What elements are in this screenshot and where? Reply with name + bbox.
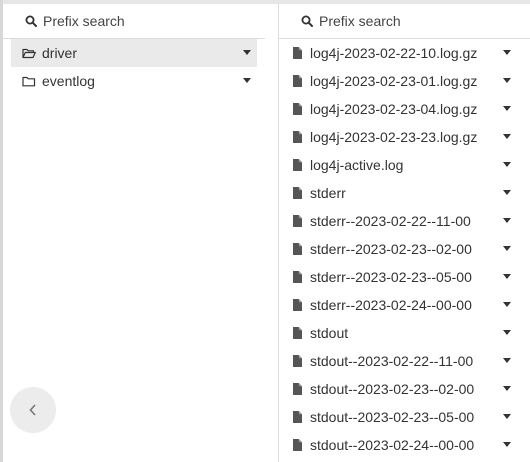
file-item-label: stdout--2023-02-23--02-00 <box>310 381 475 397</box>
folder-item-label: driver <box>42 45 78 61</box>
caret-down-icon[interactable] <box>503 246 511 251</box>
caret-down-icon[interactable] <box>503 442 511 447</box>
file-item[interactable]: log4j-2023-02-23-04.log.gz <box>279 95 530 123</box>
folder-search[interactable]: Prefix search <box>3 4 265 39</box>
file-item[interactable]: stderr--2023-02-24--00-00 <box>279 291 530 319</box>
caret-down-icon[interactable] <box>503 302 511 307</box>
file-icon <box>290 157 304 173</box>
file-icon <box>290 101 304 117</box>
file-item[interactable]: stderr <box>279 179 530 207</box>
file-item-label: stderr--2023-02-22--11-00 <box>310 213 471 229</box>
file-item[interactable]: log4j-active.log <box>279 151 530 179</box>
file-item[interactable]: stdout--2023-02-24--00-00 <box>279 431 530 459</box>
file-item-label: log4j-2023-02-23-01.log.gz <box>310 73 478 89</box>
file-search[interactable]: Prefix search <box>279 4 530 39</box>
folder-item[interactable]: eventlog <box>11 67 257 95</box>
file-item-label: log4j-2023-02-23-04.log.gz <box>310 101 478 117</box>
file-item-label: stdout--2023-02-24--00-00 <box>310 437 475 453</box>
file-icon <box>290 325 304 341</box>
search-icon <box>25 15 37 27</box>
file-item[interactable]: stdout--2023-02-22--11-00 <box>279 347 530 375</box>
file-icon <box>290 241 304 257</box>
file-item[interactable]: stderr--2023-02-22--11-00 <box>279 207 530 235</box>
file-item-label: stderr--2023-02-24--00-00 <box>310 297 472 313</box>
caret-down-icon[interactable] <box>243 50 251 55</box>
file-icon <box>290 409 304 425</box>
file-item[interactable]: stderr--2023-02-23--05-00 <box>279 263 530 291</box>
file-icon <box>290 269 304 285</box>
caret-down-icon[interactable] <box>503 414 511 419</box>
caret-down-icon[interactable] <box>503 162 511 167</box>
file-icon <box>290 437 304 453</box>
file-icon <box>290 297 304 313</box>
file-item-label: log4j-active.log <box>310 157 404 173</box>
file-item[interactable]: stdout <box>279 319 530 347</box>
folder-open-icon <box>22 45 36 61</box>
caret-down-icon[interactable] <box>503 78 511 83</box>
file-item-label: stderr--2023-02-23--02-00 <box>310 241 472 257</box>
file-item-label: log4j-2023-02-23-23.log.gz <box>310 129 478 145</box>
file-icon <box>290 129 304 145</box>
folder-item-label: eventlog <box>42 73 95 89</box>
caret-down-icon[interactable] <box>243 78 251 83</box>
file-icon <box>290 45 304 61</box>
file-pane: Prefix search log4j-2023-02-22-10.log.gz… <box>278 4 530 462</box>
file-item[interactable]: log4j-2023-02-23-01.log.gz <box>279 67 530 95</box>
file-icon <box>290 213 304 229</box>
folder-search-placeholder: Prefix search <box>43 13 125 29</box>
file-item-label: log4j-2023-02-22-10.log.gz <box>310 45 478 61</box>
file-item-label: stdout--2023-02-22--11-00 <box>310 353 474 369</box>
file-icon <box>290 381 304 397</box>
caret-down-icon[interactable] <box>503 134 511 139</box>
file-item[interactable]: stdout--2023-02-23--05-00 <box>279 403 530 431</box>
caret-down-icon[interactable] <box>503 218 511 223</box>
file-list: log4j-2023-02-22-10.log.gz log4j-2023-02-… <box>279 39 530 459</box>
caret-down-icon[interactable] <box>503 386 511 391</box>
caret-down-icon[interactable] <box>503 358 511 363</box>
file-icon <box>290 73 304 89</box>
folder-list: driver eventlog <box>3 39 265 95</box>
file-item-label: stdout--2023-02-23--05-00 <box>310 409 475 425</box>
file-item-label: stdout <box>310 325 349 341</box>
caret-down-icon[interactable] <box>503 274 511 279</box>
back-button[interactable] <box>10 387 56 433</box>
chevron-left-icon <box>29 404 36 416</box>
file-icon <box>290 353 304 369</box>
folder-icon <box>22 73 36 89</box>
caret-down-icon[interactable] <box>503 50 511 55</box>
folder-item[interactable]: driver <box>11 39 257 67</box>
file-item[interactable]: stderr--2023-02-23--02-00 <box>279 235 530 263</box>
pane-divider <box>265 4 278 462</box>
file-item[interactable]: log4j-2023-02-22-10.log.gz <box>279 39 530 67</box>
file-item[interactable]: log4j-2023-02-23-23.log.gz <box>279 123 530 151</box>
file-icon <box>290 185 304 201</box>
file-item-label: stderr <box>310 185 346 201</box>
file-item[interactable]: stdout--2023-02-23--02-00 <box>279 375 530 403</box>
file-search-placeholder: Prefix search <box>319 13 401 29</box>
search-icon <box>301 15 313 27</box>
caret-down-icon[interactable] <box>503 330 511 335</box>
caret-down-icon[interactable] <box>503 190 511 195</box>
file-item-label: stderr--2023-02-23--05-00 <box>310 269 472 285</box>
caret-down-icon[interactable] <box>503 106 511 111</box>
